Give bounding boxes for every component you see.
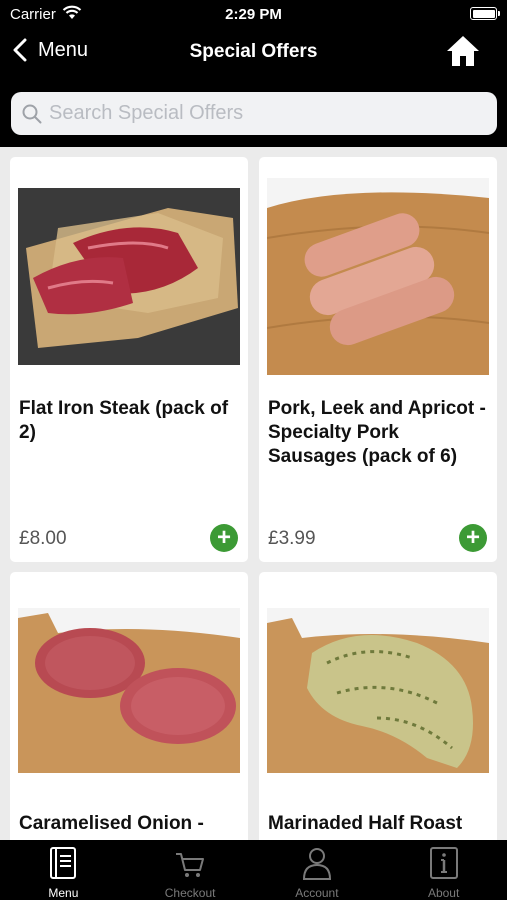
tab-menu[interactable]: Menu [0,840,127,900]
product-card[interactable]: Marinaded Half Roast [259,572,497,862]
status-time: 2:29 PM [225,6,282,23]
product-name: Flat Iron Steak (pack of 2) [19,398,229,443]
battery-icon [470,7,500,20]
status-bar: Carrier 2:29 PM [0,0,507,28]
product-image-burgers [18,608,240,773]
search-icon [22,104,42,123]
product-card[interactable]: Pork, Leek and Apricot - Specialty Pork … [259,157,497,562]
product-price: £8.00 [19,528,67,549]
search-bar[interactable] [11,92,497,135]
tab-label: Checkout [164,886,216,900]
add-to-cart-button[interactable]: + [459,524,487,552]
info-icon [429,847,458,879]
tab-bar: Menu Checkout Account About [0,840,507,900]
navigation-bar: Menu Special Offers [0,28,507,78]
product-name: Marinaded Half Roast [268,813,463,834]
page-title: Special Offers [189,41,318,62]
product-card[interactable]: Flat Iron Steak (pack of 2) £8.00 + [10,157,248,562]
product-card[interactable]: Caramelised Onion - [10,572,248,862]
tab-checkout[interactable]: Checkout [127,840,254,900]
search-input[interactable] [49,102,469,125]
tab-label: Menu [48,886,79,900]
cart-icon [176,853,205,877]
product-name: Pork, Leek and Apricot - Specialty Pork … [268,398,486,467]
menu-book-icon [50,847,77,879]
tab-label: Account [295,886,339,900]
home-icon[interactable] [445,34,481,68]
add-to-cart-button[interactable]: + [210,524,238,552]
product-image-chicken [267,608,489,773]
tab-label: About [427,886,460,900]
person-icon [302,848,331,880]
product-image-sausages [267,178,489,375]
tab-about[interactable]: About [380,840,507,900]
tab-account[interactable]: Account [254,840,381,900]
top-bar: Carrier 2:29 PM Menu Special Offers [0,0,507,147]
product-image-steak [18,188,240,365]
product-name: Caramelised Onion - [19,813,204,834]
product-price: £3.99 [268,528,316,549]
